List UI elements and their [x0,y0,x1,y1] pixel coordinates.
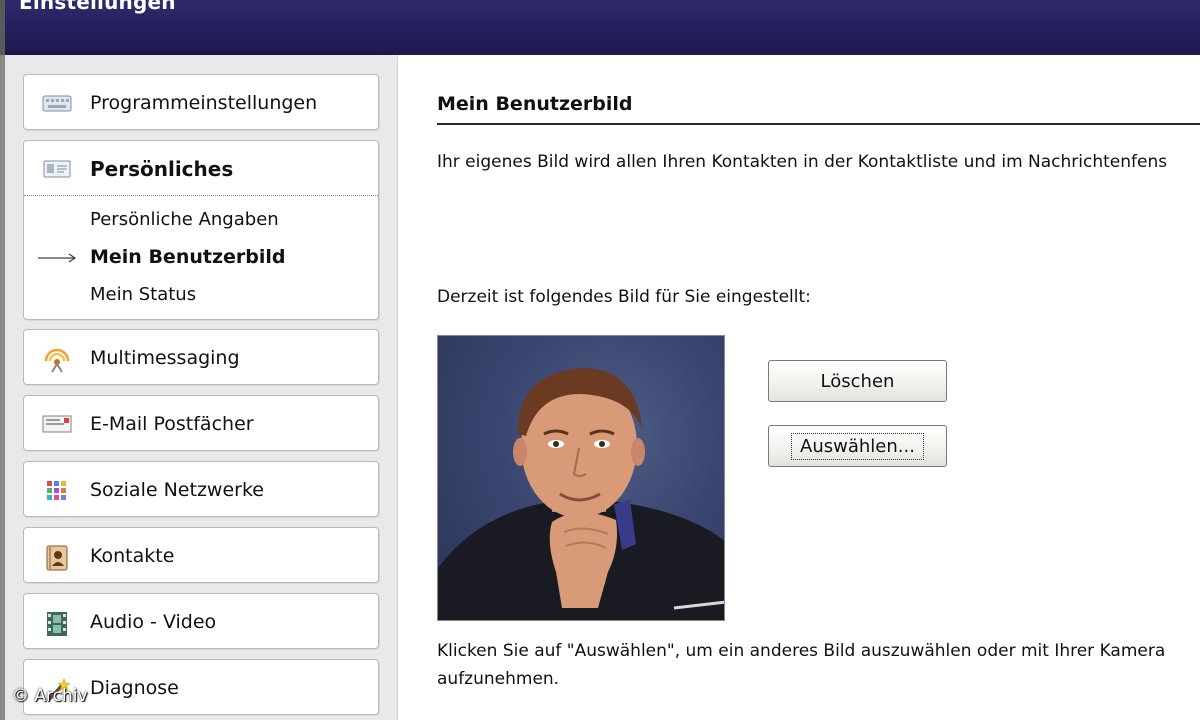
select-picture-button[interactable]: Auswählen... [768,425,947,467]
sidebar-item-kontakte[interactable]: Kontakte [23,527,379,583]
copyright-watermark: © Archiv [12,686,88,706]
divider [24,195,378,196]
sidebar-item-label: Multimessaging [90,347,240,369]
page-title: Mein Benutzerbild [437,93,633,115]
sidebar-item-label: Audio - Video [90,611,217,633]
sidebar-item-multimessaging[interactable]: Multimessaging [23,329,379,385]
broadcast-icon [42,347,72,373]
user-avatar-image [437,335,725,621]
sidebar-item-label: Kontakte [90,545,175,567]
current-item-arrow-icon [38,253,77,263]
sidebar-item-audio-video[interactable]: Audio - Video [23,593,379,649]
sidebar-item-persoenliches[interactable]: Persönliches Persönliche Angaben Mein Be… [23,140,379,320]
help-text: Klicken Sie auf "Auswählen", um ein ande… [437,637,1165,693]
sidebar-item-label: Diagnose [90,677,179,699]
address-book-icon [42,545,72,571]
id-card-icon [42,158,72,180]
sidebar-item-soziale-netzwerke[interactable]: Soziale Netzwerke [23,461,379,517]
mailbox-icon [42,413,72,435]
subitem-persoenliche-angaben[interactable]: Persönliche Angaben [90,209,279,230]
intro-text: Ihr eigenes Bild wird allen Ihren Kontak… [437,152,1168,172]
title-bar: Einstellungen [0,0,1200,55]
delete-picture-button[interactable]: Löschen [768,360,947,402]
subitem-mein-status[interactable]: Mein Status [90,284,196,305]
sidebar-item-email-postfaecher[interactable]: E-Mail Postfächer [23,395,379,451]
heading-divider [437,123,1200,125]
help-text-line-2: aufzunehmen. [437,669,560,689]
help-text-line-1: Klicken Sie auf "Auswählen", um ein ande… [437,641,1166,661]
sidebar-item-programmeinstellungen[interactable]: Programmeinstellungen [23,74,379,130]
sidebar-item-label: Soziale Netzwerke [90,479,264,501]
sidebar-item-label: Programmeinstellungen [90,92,318,114]
settings-content: Mein Benutzerbild Ihr eigenes Bild wird … [399,55,1200,720]
delete-picture-label: Löschen [820,370,895,392]
sidebar-item-label: Persönliches [90,157,234,181]
current-picture-label: Derzeit ist folgendes Bild für Sie einge… [437,287,811,307]
subitem-mein-benutzerbild[interactable]: Mein Benutzerbild [90,246,286,268]
film-icon [42,611,72,636]
keyboard-icon [42,92,72,114]
select-picture-label: Auswählen... [791,432,924,460]
grid-icon [42,479,72,501]
settings-sidebar: Programmeinstellungen Persönliches Persö… [0,55,398,720]
sidebar-item-label: E-Mail Postfächer [90,413,254,435]
window-title: Einstellungen [19,0,176,14]
